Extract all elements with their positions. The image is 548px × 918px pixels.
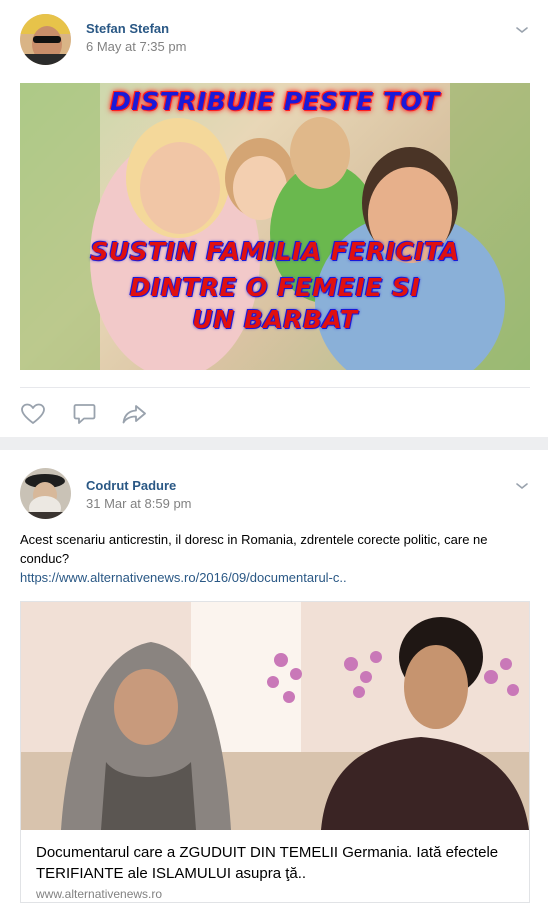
link-preview-title[interactable]: Documentarul care a ZGUDUIT DIN TEMELII … <box>36 842 516 884</box>
author-name[interactable]: Stefan Stefan <box>86 21 169 36</box>
post-card: Stefan Stefan 6 May at 7:35 pm DISTRIBUI… <box>0 0 548 437</box>
link-preview-card[interactable]: Documentarul care a ZGUDUIT DIN TEMELII … <box>20 601 530 903</box>
link-preview-image[interactable] <box>21 602 529 830</box>
share-icon[interactable] <box>121 402 147 426</box>
post-timestamp[interactable]: 31 Mar at 8:59 pm <box>86 496 192 511</box>
post-link[interactable]: https://www.alternativenews.ro/2016/09/d… <box>20 568 530 587</box>
overlay-line: SUSTIN FAMILIA FERICITA <box>90 237 460 266</box>
overlay-title: DISTRIBUIE PESTE TOT <box>110 87 440 116</box>
divider <box>20 387 530 388</box>
chevron-down-icon[interactable] <box>514 22 530 38</box>
heart-icon[interactable] <box>20 402 46 426</box>
chevron-down-icon[interactable] <box>514 478 530 494</box>
post-body: Acest scenariu anticrestin, il doresc in… <box>20 532 488 566</box>
post-card: Codrut Padure 31 Mar at 8:59 pm Acest sc… <box>0 450 548 918</box>
link-preview-domain: www.alternativenews.ro <box>36 887 163 901</box>
post-image[interactable]: DISTRIBUIE PESTE TOT SUSTIN FAMILIA FERI… <box>20 83 530 370</box>
avatar[interactable] <box>20 14 71 65</box>
comment-icon[interactable] <box>72 402 98 426</box>
post-text: Acest scenariu anticrestin, il doresc in… <box>20 530 530 587</box>
post-timestamp[interactable]: 6 May at 7:35 pm <box>86 39 186 54</box>
overlay-line: UN BARBAT <box>192 305 358 334</box>
avatar[interactable] <box>20 468 71 519</box>
author-name[interactable]: Codrut Padure <box>86 478 176 493</box>
overlay-line: DINTRE O FEMEIE SI <box>129 273 421 302</box>
